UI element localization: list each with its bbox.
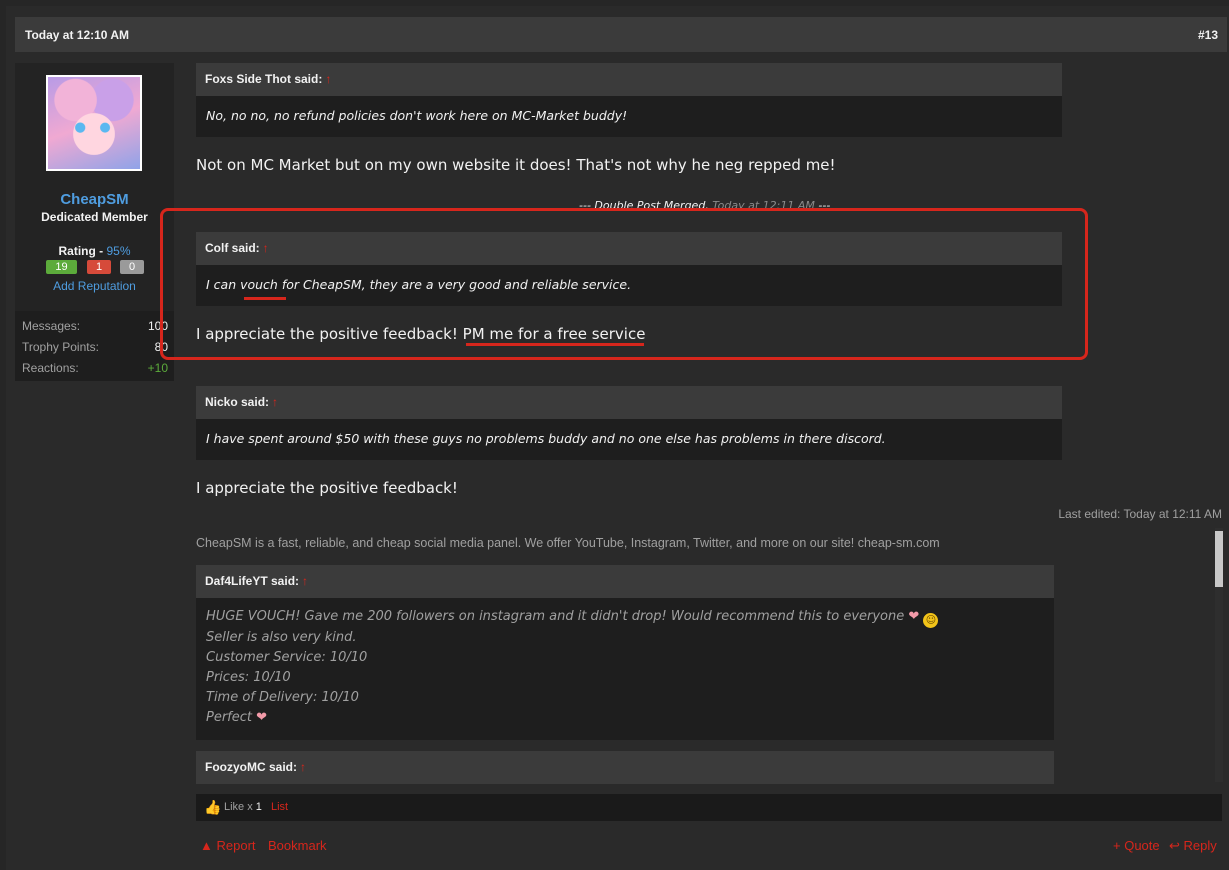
- heart-icon: ❤: [256, 710, 268, 725]
- quote-header: Foxs Side Thot said: ↑: [196, 63, 1062, 96]
- stat-trophy-points: Trophy Points: 80: [22, 340, 168, 354]
- reply-button[interactable]: ↩ Reply: [1169, 838, 1217, 854]
- bookmark-link[interactable]: Bookmark: [268, 838, 327, 853]
- rating: Rating - 95%: [15, 244, 174, 258]
- quote-jump-icon[interactable]: ↑: [302, 574, 308, 588]
- reply-arrow-icon: ↩: [1169, 838, 1180, 853]
- red-underline: [244, 297, 286, 300]
- scrollbar-thumb[interactable]: [1215, 531, 1223, 587]
- negative-rep-badge[interactable]: 1: [87, 260, 111, 274]
- quote-jump-icon[interactable]: ↑: [300, 760, 306, 774]
- signature-quote: Daf4LifeYT said: ↑ HUGE VOUCH! Gave me 20…: [196, 565, 1054, 740]
- username[interactable]: CheapSM: [15, 191, 174, 208]
- quote-text: I have spent around $50 with these guys …: [196, 419, 1062, 460]
- quote-author[interactable]: FoozyoMC said:: [205, 760, 297, 774]
- user-panel: CheapSM Dedicated Member Rating - 95% 19…: [15, 63, 174, 381]
- sig-line: Time of Delivery: 10/10: [206, 690, 359, 705]
- post-date[interactable]: Today at 12:10 AM: [25, 28, 129, 42]
- quote-text: HUGE VOUCH! Gave me 200 followers on ins…: [196, 598, 1054, 740]
- post-header: Today at 12:10 AM #13: [15, 17, 1227, 52]
- sig-line: Perfect ❤: [206, 710, 268, 725]
- signature-text: CheapSM is a fast, reliable, and cheap s…: [196, 536, 940, 550]
- positive-rep-badge[interactable]: 19: [46, 260, 77, 274]
- reply-text: I appreciate the positive feedback!: [196, 479, 458, 497]
- signature-quote: FoozyoMC said: ↑: [196, 751, 1054, 784]
- avatar[interactable]: [46, 75, 142, 171]
- sig-line: Seller is also very kind.: [206, 630, 357, 645]
- red-highlight-box: [160, 208, 1088, 360]
- sig-line: HUGE VOUCH! Gave me 200 followers on ins…: [206, 607, 1044, 628]
- like-summary: Like x 1: [224, 801, 262, 813]
- add-reputation-link[interactable]: Add Reputation: [15, 279, 174, 293]
- heart-icon: ❤: [908, 609, 920, 624]
- post-number[interactable]: #13: [1198, 28, 1218, 42]
- quote-text: No, no no, no refund policies don't work…: [196, 96, 1062, 137]
- reply-text: Not on MC Market but on my own website i…: [196, 156, 836, 174]
- sig-line: Customer Service: 10/10: [206, 650, 368, 665]
- quote-button[interactable]: + Quote: [1113, 838, 1160, 853]
- forum-post: Today at 12:10 AM #13 CheapSM Dedicated …: [6, 6, 1229, 870]
- wink-emoji-icon: ☺: [923, 613, 939, 628]
- quote-jump-icon[interactable]: ↑: [325, 72, 331, 86]
- user-title: Dedicated Member: [41, 210, 148, 224]
- rating-label: Rating -: [58, 244, 107, 258]
- red-underline: [466, 343, 644, 346]
- last-edited: Last edited: Today at 12:11 AM: [1058, 507, 1222, 521]
- warning-icon: ▲: [200, 838, 213, 853]
- neutral-rep-badge[interactable]: 0: [120, 260, 144, 274]
- signature-scroll-area[interactable]: Daf4LifeYT said: ↑ HUGE VOUCH! Gave me 20…: [196, 565, 1054, 787]
- quote-block: Nicko said: ↑ I have spent around $50 wit…: [196, 386, 1062, 460]
- quote-header: FoozyoMC said: ↑: [196, 751, 1054, 784]
- rating-percent: 95%: [106, 244, 131, 258]
- quote-author[interactable]: Nicko said:: [205, 395, 269, 409]
- quote-block: Foxs Side Thot said: ↑ No, no no, no refu…: [196, 63, 1062, 137]
- quote-author[interactable]: Daf4LifeYT said:: [205, 574, 299, 588]
- quote-jump-icon[interactable]: ↑: [272, 395, 278, 409]
- sig-line: Prices: 10/10: [206, 670, 291, 685]
- signature-scrollbar[interactable]: [1215, 528, 1223, 782]
- thumbs-up-icon: 👍: [204, 799, 222, 815]
- stat-reactions: Reactions: +10: [22, 361, 168, 375]
- report-button[interactable]: ▲ Report: [200, 838, 256, 853]
- likes-list-link[interactable]: List: [271, 801, 288, 813]
- quote-author[interactable]: Foxs Side Thot said:: [205, 72, 322, 86]
- likes-bar: 👍 Like x 1 List: [196, 794, 1222, 821]
- quote-header: Nicko said: ↑: [196, 386, 1062, 419]
- stat-messages: Messages: 100: [22, 319, 168, 333]
- user-info: CheapSM Dedicated Member Rating - 95% 19…: [15, 63, 174, 311]
- quote-header: Daf4LifeYT said: ↑: [196, 565, 1054, 598]
